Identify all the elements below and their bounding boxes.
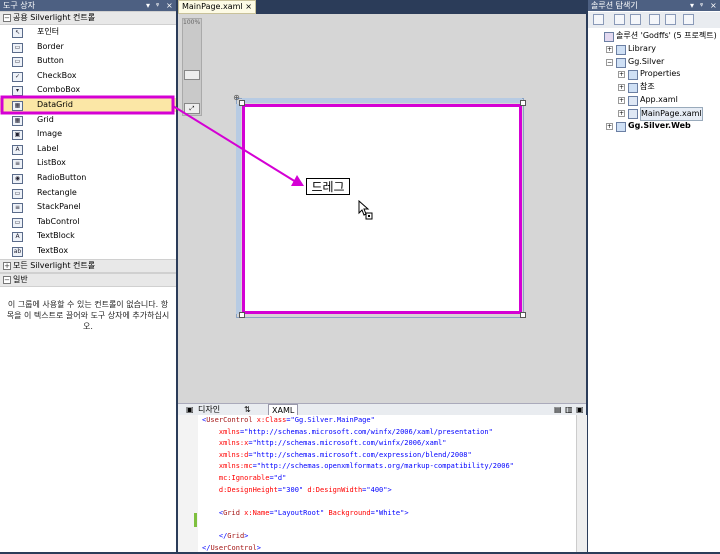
tree-node-label: Properties: [640, 69, 681, 79]
collapse-icon[interactable]: −: [606, 58, 613, 66]
properties-icon[interactable]: [593, 14, 604, 25]
code-token: xmlns:mc: [202, 462, 253, 471]
code-token: UserControl: [206, 416, 253, 424]
code-token: >: [404, 508, 409, 517]
expand-icon[interactable]: +: [618, 97, 625, 104]
properties-icon: [628, 70, 638, 81]
solution-icon: [604, 32, 614, 42]
tree-node[interactable]: + App.xaml: [588, 94, 720, 106]
close-icon[interactable]: ×: [710, 0, 717, 11]
dropdown-icon[interactable]: ▾: [690, 0, 694, 11]
tree-node[interactable]: + MainPage.xaml: [588, 106, 720, 121]
project-icon: [616, 57, 626, 68]
swap-panes-icon[interactable]: ⇅: [244, 404, 251, 415]
xaml-file-icon: [628, 96, 638, 106]
code-line: </Grid>: [202, 531, 249, 543]
xaml-file-icon: [628, 108, 638, 119]
tree-node[interactable]: 솔루션 'Godffs' (5 프로젝트): [588, 30, 720, 42]
code-token: x:Class: [252, 416, 287, 424]
code-token: "http://schemas.openxmlformats.org/marku…: [256, 462, 514, 471]
code-token: Grid: [227, 532, 245, 540]
editor-vertical-scrollbar[interactable]: [576, 415, 587, 552]
tree-node-label: 참조: [640, 82, 655, 92]
code-token: d:DesignHeight: [202, 485, 278, 494]
split-horizontal-icon[interactable]: ▤: [554, 404, 562, 415]
code-line: </UserControl>: [202, 543, 261, 554]
code-token: "400": [366, 485, 388, 494]
code-line: xmlns="http://schemas.microsoft.com/winf…: [202, 427, 493, 439]
expand-icon[interactable]: +: [606, 122, 613, 130]
expand-icon[interactable]: +: [618, 71, 625, 79]
code-token: "LayoutRoot": [273, 508, 325, 517]
class-diagram-icon[interactable]: [683, 14, 694, 25]
code-token: xmlns:d: [202, 450, 249, 459]
tab-design[interactable]: 디자인: [198, 404, 220, 415]
tree-node[interactable]: + 참조: [588, 81, 720, 94]
code-line: <Grid x:Name="LayoutRoot" Background="Wh…: [202, 508, 409, 520]
code-token: UserControl: [210, 543, 257, 552]
tree-node[interactable]: − Gg.Silver: [588, 56, 720, 68]
code-token: <: [202, 508, 224, 517]
design-icon[interactable]: ▣: [186, 404, 194, 415]
code-token: >: [256, 543, 262, 552]
tree-node-label: Gg.Silver: [628, 56, 665, 66]
code-token: d:DesignWidth: [303, 485, 363, 494]
expand-icon[interactable]: +: [618, 109, 625, 117]
tree-node-label: Gg.Silver.Web: [628, 120, 691, 130]
tree-node[interactable]: + Gg.Silver.Web: [588, 120, 720, 132]
code-token: xmlns: [202, 427, 240, 436]
code-line: mc:Ignorable="d": [202, 473, 286, 485]
code-token: x:Name: [239, 508, 270, 517]
code-line: <UserControl x:Class="Gg.Silver.MainPage…: [202, 415, 375, 427]
code-token: >: [387, 485, 392, 494]
editor-gutter: [178, 415, 198, 552]
code-token: "Gg.Silver.MainPage": [290, 416, 375, 424]
code-token: "http://schemas.microsoft.com/expression…: [252, 450, 472, 459]
changed-line-marker: [194, 513, 197, 527]
code-line: d:DesignHeight="300" d:DesignWidth="400"…: [202, 485, 392, 497]
tree-node[interactable]: + Properties: [588, 68, 720, 81]
code-token: mc:Ignorable: [202, 474, 270, 482]
expand-icon[interactable]: +: [606, 45, 613, 53]
code-line: xmlns:d="http://schemas.microsoft.com/ex…: [202, 450, 472, 462]
solution-explorer-title: 솔루션 탐색기: [591, 1, 638, 10]
solution-explorer-panel: 솔루션 탐색기 ▾ ᵠ × 솔루션 'Godffs' (5 프로젝트) + Libr…: [588, 0, 720, 552]
view-designer-icon[interactable]: [665, 14, 676, 25]
code-token: "d": [273, 474, 287, 482]
references-icon: [628, 83, 638, 94]
code-token: "300": [282, 485, 304, 494]
code-line: xmlns:x="http://schemas.microsoft.com/wi…: [202, 438, 447, 450]
web-project-icon: [616, 121, 626, 132]
datagrid-highlight-box: [0, 95, 175, 115]
tree-node-label: App.xaml: [640, 95, 678, 104]
code-line: xmlns:mc="http://schemas.openxmlformats.…: [202, 461, 514, 473]
view-code-icon[interactable]: [649, 14, 660, 25]
collapse-pane-icon[interactable]: ▣: [576, 404, 584, 415]
code-token: "White": [374, 508, 405, 517]
split-vertical-icon[interactable]: ▥: [565, 404, 573, 415]
tree-node-label: 솔루션 'Godffs' (5 프로젝트): [616, 31, 717, 40]
code-token: Grid: [223, 508, 240, 517]
pin-icon[interactable]: ᵠ: [700, 0, 703, 11]
refresh-icon[interactable]: [630, 14, 641, 25]
solution-explorer-header: 솔루션 탐색기 ▾ ᵠ ×: [588, 0, 720, 11]
expand-icon[interactable]: +: [618, 84, 625, 92]
code-token: </: [202, 532, 228, 540]
show-all-files-icon[interactable]: [614, 14, 625, 25]
code-token: >: [244, 532, 249, 540]
project-icon: [616, 44, 626, 55]
drag-arrow: [172, 105, 297, 183]
tree-node[interactable]: + Library: [588, 43, 720, 55]
tree-node-label: Library: [628, 43, 656, 53]
code-token: "http://schemas.microsoft.com/winfx/2006…: [244, 427, 493, 436]
code-token: "http://schemas.microsoft.com/winfx/2006…: [252, 439, 447, 448]
code-token: xmlns:x: [202, 439, 249, 448]
code-token: Background: [324, 508, 371, 517]
